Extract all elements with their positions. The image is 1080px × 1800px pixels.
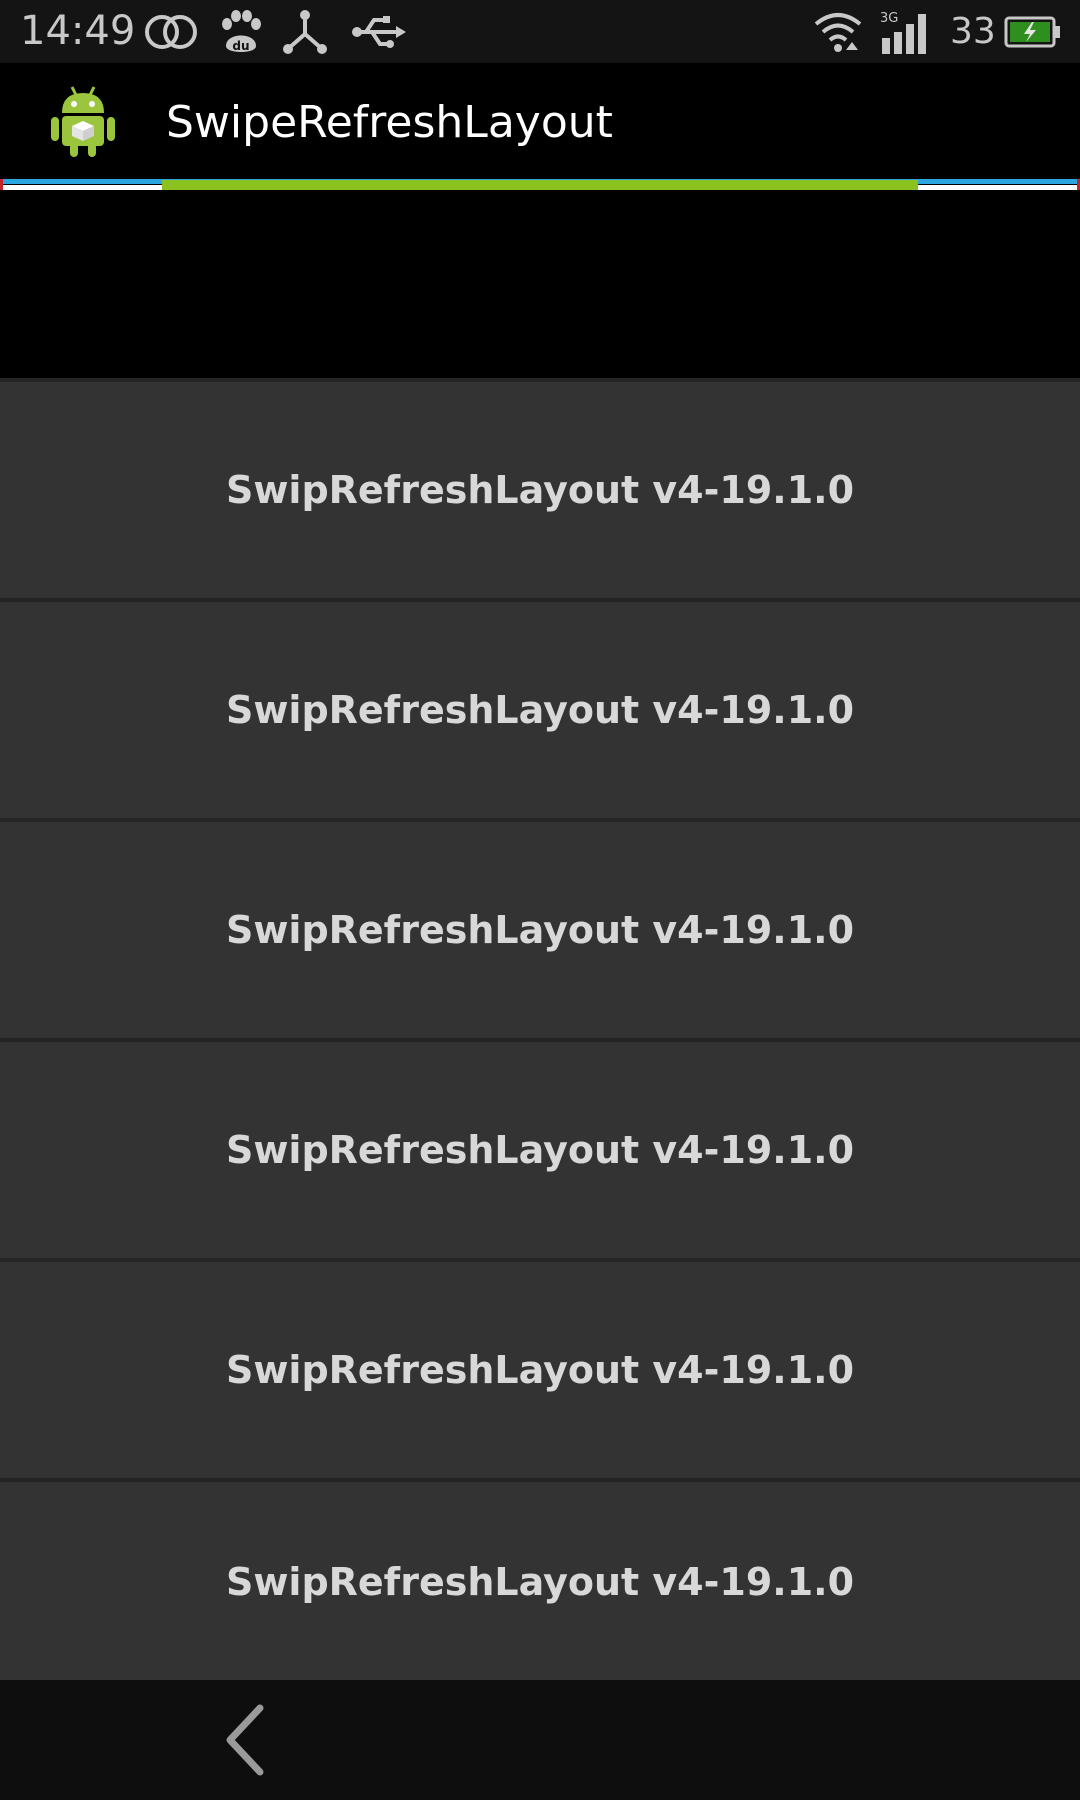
wifi-icon: [814, 13, 862, 52]
list-item[interactable]: SwipRefreshLayout v4-19.1.0: [0, 818, 1080, 1038]
list-item[interactable]: SwipRefreshLayout v4-19.1.0: [0, 1038, 1080, 1258]
list-view[interactable]: SwipRefreshLayout v4-19.1.0 SwipRefreshL…: [0, 378, 1080, 1682]
navigation-bar: [0, 1680, 1080, 1800]
battery-level-text: 33: [950, 11, 996, 52]
android-app-icon[interactable]: [48, 83, 118, 159]
refresh-bar-left-edge: [0, 179, 3, 190]
list-item[interactable]: SwipRefreshLayout v4-19.1.0: [0, 1478, 1080, 1682]
list-item[interactable]: SwipRefreshLayout v4-19.1.0: [0, 378, 1080, 598]
list-item-label: SwipRefreshLayout v4-19.1.0: [225, 1560, 855, 1604]
battery-charging-icon: [1004, 16, 1060, 48]
list-item-label: SwipRefreshLayout v4-19.1.0: [225, 1348, 855, 1392]
app-title: SwipeRefreshLayout: [166, 97, 613, 148]
list-item-label: SwipRefreshLayout v4-19.1.0: [225, 468, 855, 512]
list-item[interactable]: SwipRefreshLayout v4-19.1.0: [0, 1258, 1080, 1478]
refresh-bar-progress-fill: [162, 180, 918, 190]
signal-icon: 3G: [880, 11, 926, 54]
svg-text:du: du: [232, 39, 249, 53]
status-time: 14:49: [20, 8, 136, 54]
signal-label: 3G: [880, 11, 898, 26]
list-item[interactable]: SwipRefreshLayout v4-19.1.0: [0, 598, 1080, 818]
screen: 14:49 du 3G 33 SwipeRefreshLayout SwipRe…: [0, 0, 1080, 1800]
circles-icon: [145, 15, 197, 49]
status-bar: 14:49 du 3G 33: [0, 0, 1080, 63]
list-item-label: SwipRefreshLayout v4-19.1.0: [225, 688, 855, 732]
baidu-paw-icon: du: [222, 10, 261, 53]
action-bar: SwipeRefreshLayout: [0, 63, 1080, 178]
list-item-label: SwipRefreshLayout v4-19.1.0: [225, 1128, 855, 1172]
refresh-progress-bar: [0, 178, 1080, 192]
usb-share-icon: [283, 10, 327, 54]
usb-icon: [352, 16, 406, 48]
back-chevron-icon[interactable]: [200, 1698, 290, 1782]
list-item-label: SwipRefreshLayout v4-19.1.0: [225, 908, 855, 952]
pull-to-refresh-gap: [0, 192, 1080, 378]
